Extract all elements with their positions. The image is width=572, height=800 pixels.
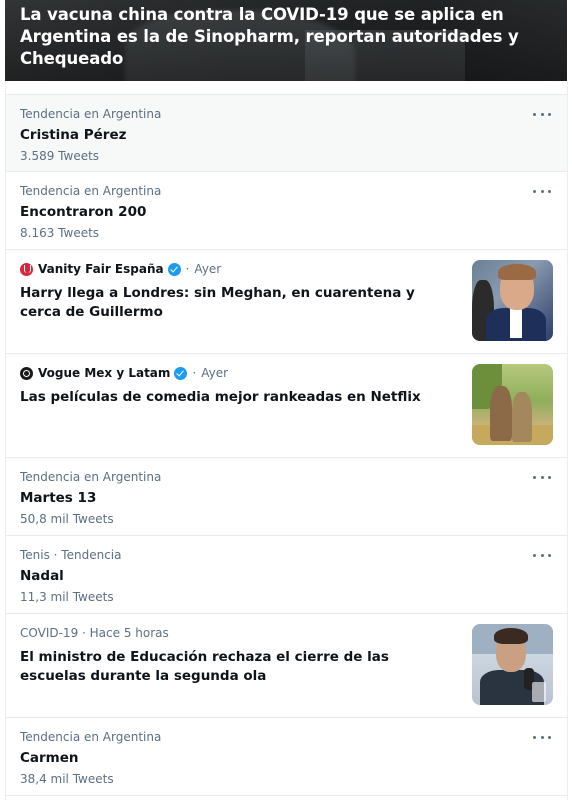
news-thumbnail [472,624,553,705]
trend-name: Martes 13 [20,490,97,506]
trend-context: Tendencia en Argentina [20,470,162,484]
vogue-logo-icon [20,367,33,380]
more-horizontal-icon[interactable] [533,470,551,484]
featured-news-banner[interactable]: La vacuna china contra la COVID-19 que s… [5,0,567,81]
trend-item[interactable]: Tenis · Tendencia Nadal 11,3 mil Tweets [6,536,567,614]
trend-tweet-count: 3.589 Tweets [20,149,100,163]
trend-tweet-count: 8.163 Tweets [20,226,100,240]
featured-news-title: La vacuna china contra la COVID-19 que s… [20,5,519,68]
more-horizontal-icon[interactable] [533,548,551,562]
news-item[interactable]: COVID-19 · Hace 5 horas El ministro de E… [6,614,567,718]
trend-item[interactable]: Tendencia en Argentina Martes 13 50,8 mi… [6,458,567,536]
trend-tweet-count: 50,8 mil Tweets [20,512,114,526]
separator-dot: · [185,262,190,276]
trend-context: Tendencia en Argentina [20,184,162,198]
verified-badge-icon [174,367,188,380]
news-source-name: Vanity Fair España [38,262,164,276]
list-continuation [6,796,567,800]
more-horizontal-icon[interactable] [533,730,551,744]
trend-item[interactable]: Tendencia en Argentina Cristina Pérez 3.… [6,94,567,172]
separator-dot: · [192,366,197,380]
news-source-name: Vogue Mex y Latam [38,366,171,380]
trends-list: Tendencia en Argentina Cristina Pérez 3.… [5,94,568,800]
news-item[interactable]: Vanity Fair España · Ayer Harry llega a … [6,250,567,354]
trend-name: Cristina Pérez [20,127,127,143]
trend-item[interactable]: Tendencia en Argentina Encontraron 200 8… [6,172,567,250]
trend-tweet-count: 38,4 mil Tweets [20,772,114,786]
trend-context: Tendencia en Argentina [20,730,162,744]
trend-context: Tenis · Tendencia [20,548,122,562]
vanity-fair-logo-icon [20,263,33,276]
trend-tweet-count: 11,3 mil Tweets [20,590,114,604]
trend-item[interactable]: Tendencia en Argentina Carmen 38,4 mil T… [6,718,567,796]
more-horizontal-icon[interactable] [533,184,551,198]
news-item[interactable]: Vogue Mex y Latam · Ayer Las películas d… [6,354,567,458]
news-time: Ayer [201,366,229,380]
verified-badge-icon [167,263,181,276]
section-spacer [5,81,568,94]
news-time: Ayer [194,262,222,276]
news-headline: El ministro de Educación rechaza el cier… [20,649,389,684]
news-thumbnail [472,260,553,341]
news-thumbnail [472,364,553,445]
trend-name: Encontraron 200 [20,204,147,220]
news-headline: Harry llega a Londres: sin Meghan, en cu… [20,285,415,320]
more-horizontal-icon[interactable] [533,107,551,121]
trend-name: Carmen [20,750,79,766]
trend-context: Tendencia en Argentina [20,107,162,121]
trend-name: Nadal [20,568,64,584]
news-headline: Las películas de comedia mejor rankeadas… [20,389,421,405]
